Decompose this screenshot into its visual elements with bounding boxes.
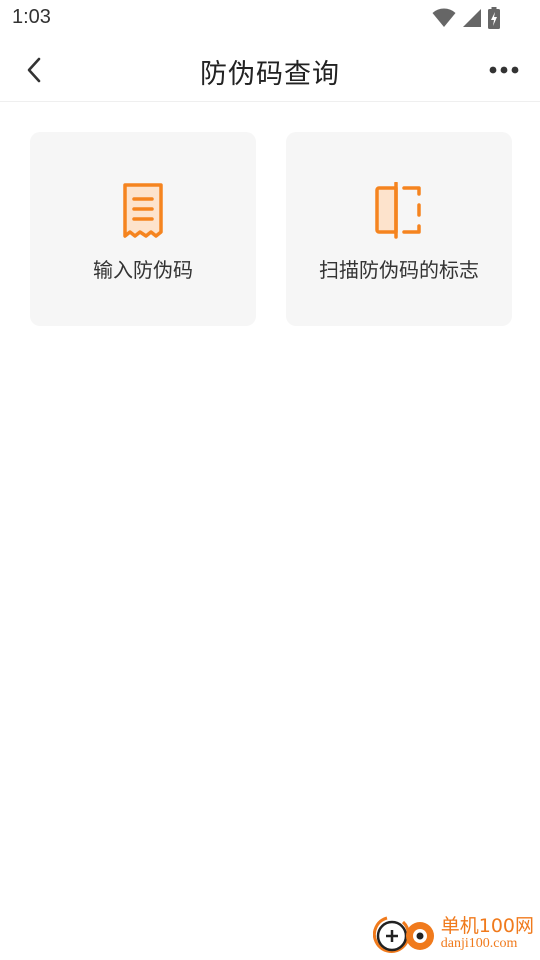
danji-logo-icon	[372, 916, 434, 953]
nav-bar: 防伪码查询	[0, 38, 540, 102]
status-icons	[432, 6, 500, 30]
card-icon-wrap	[286, 182, 512, 240]
enter-code-label: 输入防伪码	[93, 258, 193, 282]
card-icon-wrap	[30, 182, 256, 238]
watermark-url: danji100.com	[440, 935, 518, 951]
status-bar: 1:03	[0, 0, 540, 38]
scan-frame-icon	[375, 182, 421, 239]
more-button[interactable]	[484, 50, 524, 90]
scan-code-label: 扫描防伪码的标志	[319, 258, 479, 282]
option-cards: 输入防伪码 扫描防伪码的标志	[30, 132, 512, 326]
watermark-name: 单机100网	[440, 914, 534, 937]
wifi-icon	[432, 8, 456, 27]
status-time: 1:03	[12, 6, 51, 28]
page-title: 防伪码查询	[200, 59, 340, 90]
watermark: 单机100网 danji100.com	[372, 912, 534, 956]
more-dots-icon	[489, 66, 519, 74]
receipt-icon	[123, 183, 163, 238]
battery-charging-icon	[488, 7, 500, 29]
signal-icon	[463, 9, 481, 27]
watermark-text: 单机100网 danji100.com	[440, 914, 534, 952]
enter-code-card[interactable]: 输入防伪码	[30, 132, 256, 326]
scan-code-card[interactable]: 扫描防伪码的标志	[286, 132, 512, 326]
